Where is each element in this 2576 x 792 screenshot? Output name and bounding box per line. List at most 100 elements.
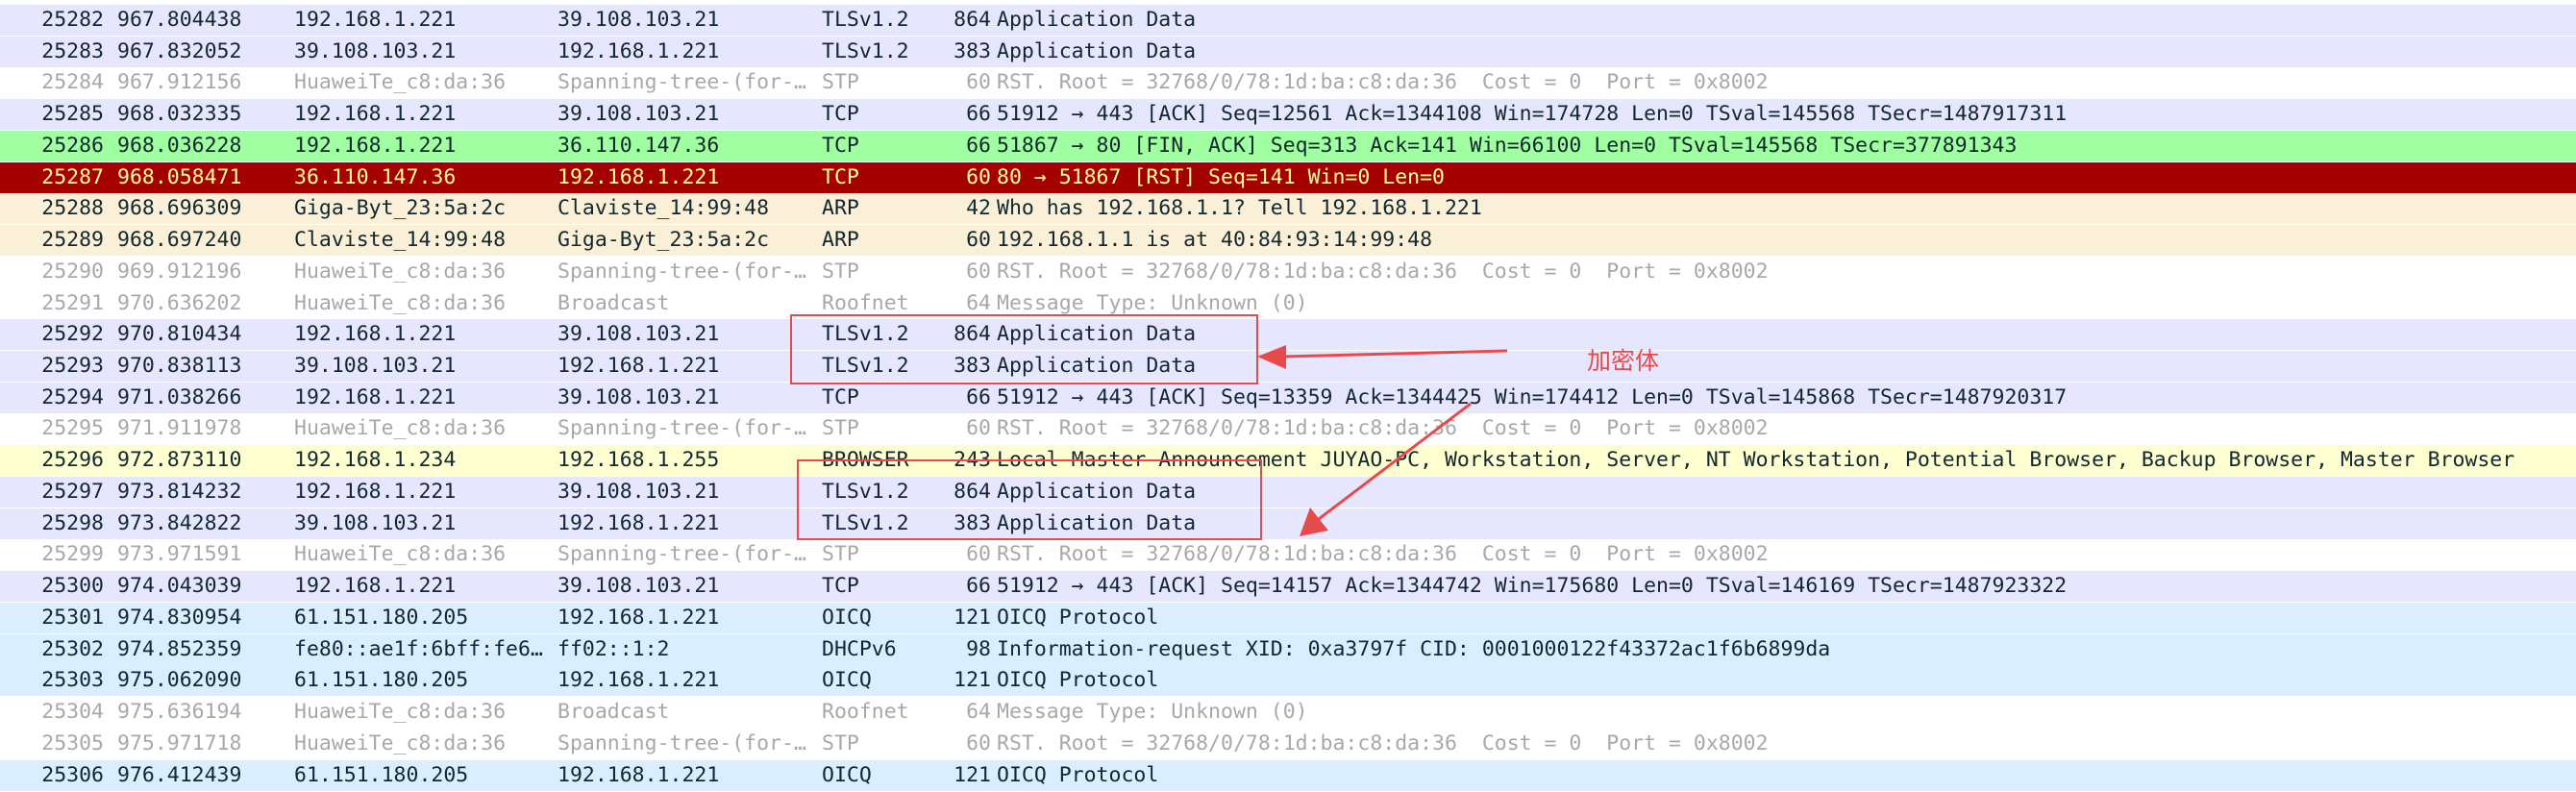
cell-len: 66 <box>966 384 991 409</box>
table-row[interactable]: 25306 976.412439 61.151.180.205 192.168.1.2… <box>0 759 2576 791</box>
cell-src: 39.108.103.21 <box>294 38 457 63</box>
cell-proto: TCP <box>822 133 859 158</box>
table-row[interactable]: 25298 973.842822 39.108.103.21 192.168.1.22… <box>0 507 2576 539</box>
cell-len: 60 <box>966 259 991 284</box>
cell-no: 25298 <box>41 510 104 535</box>
table-row[interactable]: 25303 975.062090 61.151.180.205 192.168.1.2… <box>0 665 2576 697</box>
table-row[interactable]: 25283 967.832052 39.108.103.21 192.168.1.22… <box>0 36 2576 67</box>
cell-len: 60 <box>966 416 991 441</box>
cell-proto: TLSv1.2 <box>822 510 909 535</box>
cell-dst: 39.108.103.21 <box>557 322 720 347</box>
cell-src: HuaweiTe_c8:da:36 <box>294 416 507 441</box>
table-row[interactable]: 25289 968.697240 Claviste_14:99:48 Giga-Byt… <box>0 225 2576 257</box>
cell-no: 25282 <box>41 8 104 32</box>
cell-time: 968.058471 <box>117 164 242 189</box>
table-row[interactable]: 25299 973.971591 HuaweiTe_c8:da:36 Spanning… <box>0 539 2576 571</box>
table-row[interactable]: 25284 967.912156 HuaweiTe_c8:da:36 Spanning… <box>0 67 2576 99</box>
cell-no: 25294 <box>41 384 104 409</box>
table-row[interactable]: 25287 968.058471 36.110.147.36 192.168.1.22… <box>0 161 2576 193</box>
cell-proto: OICQ <box>822 605 872 630</box>
cell-time: 971.911978 <box>117 416 242 441</box>
cell-proto: ARP <box>822 228 859 253</box>
table-row[interactable]: 25290 969.912196 HuaweiTe_c8:da:36 Spanning… <box>0 256 2576 287</box>
annotation-label: 加密体 <box>1587 347 1660 375</box>
cell-dst: 192.168.1.221 <box>557 164 720 189</box>
cell-proto: STP <box>822 70 859 95</box>
cell-proto: STP <box>822 259 859 284</box>
cell-len: 60 <box>966 730 991 755</box>
cell-proto: Roofnet <box>822 700 909 725</box>
table-row[interactable]: 25292 970.810434 192.168.1.221 39.108.103.2… <box>0 319 2576 351</box>
cell-len: 60 <box>966 164 991 189</box>
cell-time: 973.814232 <box>117 479 242 504</box>
cell-dst: 39.108.103.21 <box>557 574 720 599</box>
cell-info: RST. Root = 32768/0/78:1d:ba:c8:da:36 Co… <box>997 259 1769 284</box>
cell-no: 25287 <box>41 164 104 189</box>
table-row[interactable]: 25300 974.043039 192.168.1.221 39.108.103.2… <box>0 571 2576 603</box>
cell-no: 25292 <box>41 322 104 347</box>
cell-time: 970.810434 <box>117 322 242 347</box>
cell-info: Local Master Announcement JUYAO-PC, Work… <box>997 448 2515 473</box>
cell-time: 969.912196 <box>117 259 242 284</box>
cell-dst: Giga-Byt_23:5a:2c <box>557 228 770 253</box>
table-row[interactable]: 25291 970.636202 HuaweiTe_c8:da:36 Broadcas… <box>0 287 2576 319</box>
cell-src: Claviste_14:99:48 <box>294 228 507 253</box>
cell-len: 243 <box>954 448 991 473</box>
cell-dst: 39.108.103.21 <box>557 384 720 409</box>
table-row[interactable]: 25286 968.036228 192.168.1.221 36.110.147.3… <box>0 130 2576 161</box>
table-row[interactable]: 25305 975.971718 HuaweiTe_c8:da:36 Spanning… <box>0 728 2576 759</box>
cell-no: 25285 <box>41 102 104 127</box>
cell-len: 121 <box>954 762 991 787</box>
table-row[interactable]: 25295 971.911978 HuaweiTe_c8:da:36 Spanning… <box>0 413 2576 445</box>
table-row[interactable]: 25294 971.038266 192.168.1.221 39.108.103.2… <box>0 382 2576 413</box>
cell-proto: STP <box>822 416 859 441</box>
packet-list[interactable]: 25282 967.804438 192.168.1.221 39.108.103.2… <box>0 0 2576 792</box>
cell-time: 974.830954 <box>117 605 242 630</box>
cell-dst: 39.108.103.21 <box>557 8 720 32</box>
cell-time: 975.636194 <box>117 700 242 725</box>
cell-len: 121 <box>954 668 991 693</box>
cell-info: Application Data <box>997 8 1197 32</box>
table-row[interactable]: 25297 973.814232 192.168.1.221 39.108.103.2… <box>0 476 2576 507</box>
cell-dst: 192.168.1.221 <box>557 605 720 630</box>
cell-len: 60 <box>966 542 991 567</box>
cell-proto: TCP <box>822 164 859 189</box>
cell-src: 192.168.1.234 <box>294 448 457 473</box>
cell-proto: ARP <box>822 196 859 221</box>
cell-src: HuaweiTe_c8:da:36 <box>294 290 507 315</box>
table-row[interactable]: 25285 968.032335 192.168.1.221 39.108.103.2… <box>0 99 2576 131</box>
cell-src: 36.110.147.36 <box>294 164 457 189</box>
cell-src: 192.168.1.221 <box>294 479 457 504</box>
table-row[interactable]: 25304 975.636194 HuaweiTe_c8:da:36 Broadcas… <box>0 697 2576 729</box>
cell-dst: Spanning-tree-(for-… <box>557 542 806 567</box>
cell-dst: Spanning-tree-(for-… <box>557 730 806 755</box>
cell-time: 973.842822 <box>117 510 242 535</box>
cell-time: 968.036228 <box>117 133 242 158</box>
cell-src: 192.168.1.221 <box>294 102 457 127</box>
cell-proto: TLSv1.2 <box>822 479 909 504</box>
table-row[interactable]: 25288 968.696309 Giga-Byt_23:5a:2c Claviste… <box>0 193 2576 225</box>
cell-src: 39.108.103.21 <box>294 510 457 535</box>
cell-time: 974.852359 <box>117 636 242 661</box>
table-row[interactable]: 25296 972.873110 192.168.1.234 192.168.1.25… <box>0 445 2576 477</box>
cell-src: fe80::ae1f:6bff:fe6… <box>294 636 543 661</box>
cell-len: 98 <box>966 636 991 661</box>
cell-no: 25300 <box>41 574 104 599</box>
cell-len: 60 <box>966 70 991 95</box>
cell-src: HuaweiTe_c8:da:36 <box>294 542 507 567</box>
cell-no: 25301 <box>41 605 104 630</box>
cell-time: 967.804438 <box>117 8 242 32</box>
cell-proto: TLSv1.2 <box>822 8 909 32</box>
table-row[interactable]: 25282 967.804438 192.168.1.221 39.108.103.2… <box>0 5 2576 36</box>
cell-proto: OICQ <box>822 762 872 787</box>
cell-info: Application Data <box>997 354 1197 379</box>
cell-info: Information-request XID: 0xa3797f CID: 0… <box>997 636 1831 661</box>
cell-no: 25302 <box>41 636 104 661</box>
table-row[interactable]: 25301 974.830954 61.151.180.205 192.168.1.2… <box>0 602 2576 633</box>
cell-len: 66 <box>966 574 991 599</box>
cell-time: 973.971591 <box>117 542 242 567</box>
table-row[interactable]: 25293 970.838113 39.108.103.21 192.168.1.22… <box>0 351 2576 383</box>
table-row[interactable]: 25302 974.852359 fe80::ae1f:6bff:fe6… ff02:… <box>0 633 2576 665</box>
cell-dst: Spanning-tree-(for-… <box>557 70 806 95</box>
cell-info: Message Type: Unknown (0) <box>997 290 1308 315</box>
